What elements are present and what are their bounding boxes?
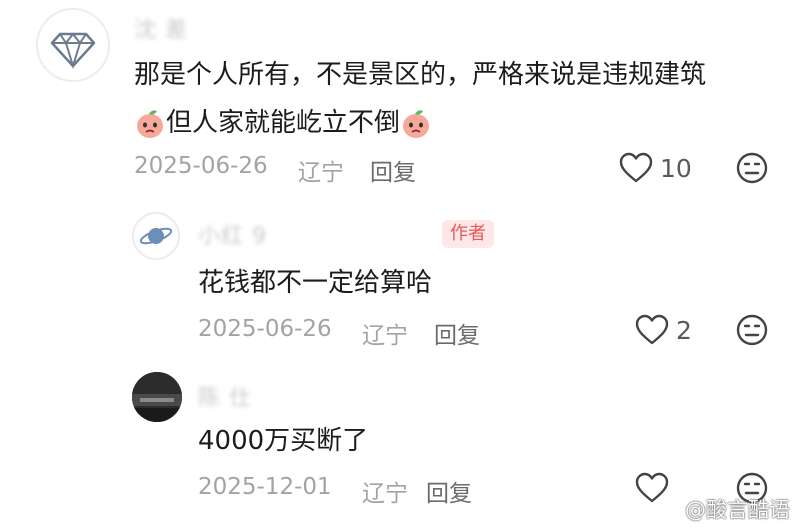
comment-location: 辽宁 [362,481,408,507]
peach-emoji-icon [403,109,430,138]
diamond-icon [50,32,96,70]
comment-date: 2025-06-26 [134,153,268,179]
comment-text-line2: 但人家就能屹立不倒 [134,106,432,140]
comment-date: 2025-06-26 [198,316,332,342]
comment-text-line2-content: 但人家就能屹立不倒 [166,108,401,138]
emoji-reaction-icon[interactable] [735,151,769,185]
reply-button[interactable]: 回复 [434,316,480,350]
reply-item: 小红 9 作者 花钱都不一定给算哈 2025-06-26 辽宁 回复 2 [0,200,800,360]
emoji-reaction-icon[interactable] [735,313,769,347]
reply-item: 陈 仕 4000万买断了 2025-12-01 辽宁 回复 [0,360,800,530]
user-avatar[interactable] [132,212,180,260]
heart-icon[interactable] [634,472,670,504]
photo-avatar [132,372,182,422]
comment-item: 沈 差 那是个人所有，不是景区的，严格来说是违规建筑 但人家就能屹立不倒 202… [0,0,800,200]
planet-icon [139,227,173,245]
comment-location: 辽宁 [362,323,408,349]
reply-button[interactable]: 回复 [426,474,472,508]
username[interactable]: 陈 仕 [198,380,252,412]
comment-text: 4000万买断了 [198,426,369,456]
watermark: @酸言酷语 [685,498,790,522]
author-badge: 作者 [442,220,494,248]
username[interactable]: 小红 9 [198,218,267,250]
user-avatar[interactable] [36,8,110,82]
user-avatar[interactable] [132,372,182,422]
comment-location: 辽宁 [298,160,344,186]
comment-text: 那是个人所有，不是景区的，严格来说是违规建筑 [134,60,707,90]
heart-icon[interactable] [618,152,654,184]
like-count: 2 [676,316,692,345]
comment-text: 花钱都不一定给算哈 [198,268,433,298]
like-count: 10 [660,154,692,183]
reply-button[interactable]: 回复 [370,153,416,187]
username[interactable]: 沈 差 [134,12,188,44]
comment-date: 2025-12-01 [198,474,332,500]
heart-icon[interactable] [634,314,670,346]
peach-emoji-icon [137,109,163,138]
